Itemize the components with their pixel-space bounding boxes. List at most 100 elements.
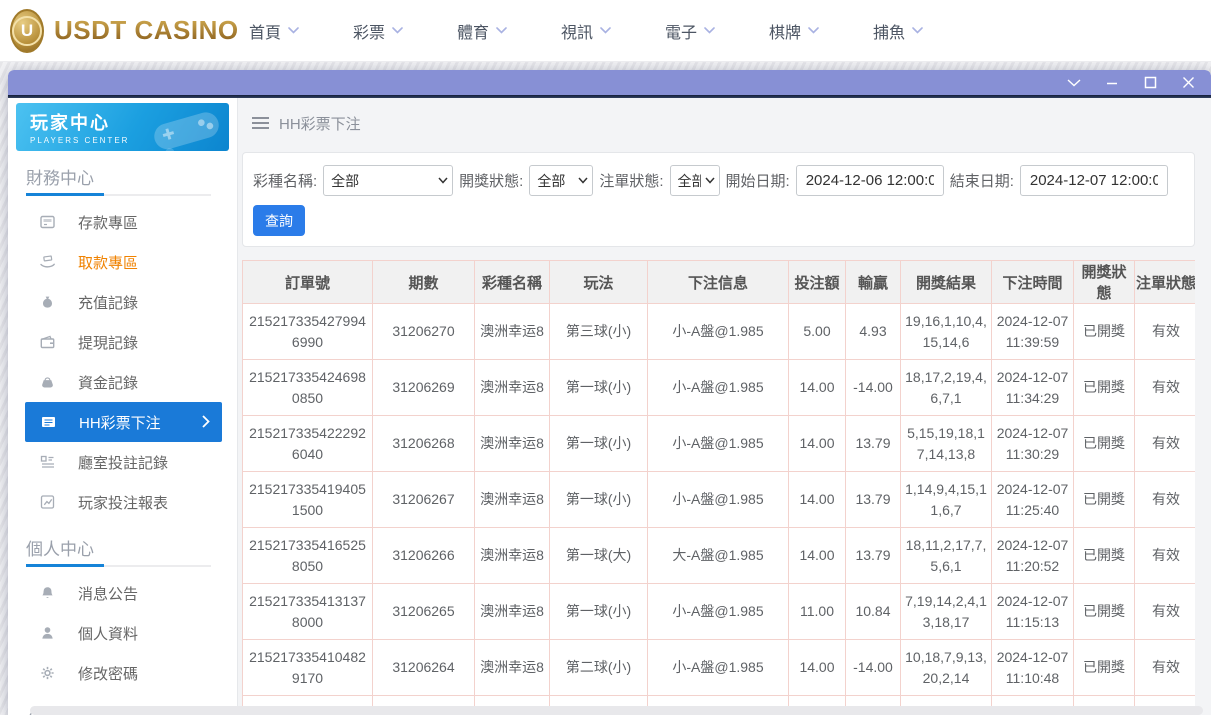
date-input[interactable] — [796, 165, 944, 196]
filter-select[interactable]: 全部 — [670, 165, 720, 196]
person-icon — [38, 625, 56, 641]
nav-item-label: 視訊 — [561, 19, 593, 43]
site-logo: U USDT CASINO — [0, 9, 222, 53]
table-cell: 第三球(小) — [550, 304, 648, 360]
window-minimize-button[interactable] — [1105, 76, 1119, 90]
nav-item-label: 電子 — [665, 19, 697, 43]
sidebar-item[interactable]: 廳室投註記錄 — [8, 442, 237, 482]
table-cell: 第一球(小) — [550, 360, 648, 416]
table-row: 215217335427994699031206270澳洲幸运8第三球(小)小-… — [243, 304, 1196, 360]
table-cell: 澳洲幸运8 — [475, 360, 550, 416]
window-maximize-button[interactable] — [1143, 76, 1157, 90]
table-cell: 有效 — [1135, 640, 1196, 696]
table-cell: 2024-12-07 11:20:52 — [992, 528, 1074, 584]
table-column-header: 注單狀態 — [1135, 261, 1196, 304]
section-underline — [26, 565, 211, 567]
filter-label: 彩種名稱: — [253, 170, 317, 191]
nav-item[interactable]: 視訊 — [534, 0, 638, 62]
table-column-header: 下注信息 — [648, 261, 789, 304]
nav-item[interactable]: 電子 — [638, 0, 742, 62]
chevron-down-icon — [808, 27, 819, 34]
nav-item[interactable]: 棋牌 — [742, 0, 846, 62]
sidebar-item-label: 提現記錄 — [78, 332, 138, 353]
bet-list-icon — [39, 414, 57, 430]
table-cell: 1,14,9,4,15,11,6,7 — [901, 472, 992, 528]
table-cell: 2024-12-07 11:10:48 — [992, 640, 1074, 696]
table-cell: 2024-12-07 11:30:29 — [992, 416, 1074, 472]
sidebar-item[interactable]: HH彩票下注 — [25, 402, 222, 442]
nav-item[interactable]: 彩票 — [326, 0, 430, 62]
sidebar-item[interactable]: 取款專區 — [8, 242, 237, 282]
sidebar-item[interactable]: 資金記錄 — [8, 362, 237, 402]
chevron-down-icon — [600, 27, 611, 34]
table-cell: 19,16,1,10,4,15,14,6 — [901, 304, 992, 360]
horizontal-scrollbar[interactable] — [30, 706, 1203, 715]
chevron-right-icon — [202, 415, 210, 428]
table-row: 215217335413137800031206265澳洲幸运8第一球(小)小-… — [243, 584, 1196, 640]
close-icon — [1182, 76, 1195, 89]
filter-select[interactable]: 全部 — [323, 165, 453, 196]
sidebar-item[interactable]: 個人資料 — [8, 613, 237, 653]
table-cell: 有效 — [1135, 304, 1196, 360]
filter-panel: 彩種名稱:全部開獎狀態:全部注單狀態:全部開始日期:結束日期: 查詢 — [242, 152, 1195, 247]
search-button[interactable]: 查詢 — [253, 205, 305, 236]
nav-item-label: 體育 — [457, 19, 489, 43]
table-cell: 澳洲幸运8 — [475, 472, 550, 528]
table-cell: 11.00 — [789, 584, 846, 640]
nav-item[interactable]: 體育 — [430, 0, 534, 62]
table-column-header: 輸贏 — [846, 261, 901, 304]
table-cell: 18,11,2,17,7,5,6,1 — [901, 528, 992, 584]
nav-item[interactable]: 捕魚 — [846, 0, 950, 62]
filter-select[interactable]: 全部 — [529, 165, 593, 196]
table-column-header: 彩種名稱 — [475, 261, 550, 304]
table-cell: 14.00 — [789, 528, 846, 584]
sidebar-item[interactable]: 消息公告 — [8, 573, 237, 613]
table-cell: 14.00 — [789, 360, 846, 416]
table-row: 215217335424698085031206269澳洲幸运8第一球(小)小-… — [243, 360, 1196, 416]
window-titlebar — [8, 70, 1211, 95]
sidebar-item[interactable]: 修改密碼 — [8, 653, 237, 693]
date-input[interactable] — [1020, 165, 1168, 196]
window-collapse-button[interactable] — [1067, 76, 1081, 90]
section-underline — [26, 194, 211, 196]
table-cell: 2024-12-07 11:25:40 — [992, 472, 1074, 528]
window-close-button[interactable] — [1181, 76, 1195, 90]
coin-purse-icon — [38, 374, 56, 390]
withdraw-hand-icon — [38, 254, 56, 270]
sidebar-item[interactable]: 玩家投注報表 — [8, 482, 237, 522]
table-cell: 13.79 — [846, 472, 901, 528]
table-cell: 2152173354279946990 — [243, 304, 373, 360]
sidebar-item[interactable]: 充值記錄 — [8, 282, 237, 322]
nav-item-label: 彩票 — [353, 19, 385, 43]
table-cell: 31206266 — [373, 528, 475, 584]
table-cell: 小-A盤@1.985 — [648, 584, 789, 640]
table-cell: 2024-12-07 11:15:13 — [992, 584, 1074, 640]
table-column-header: 開獎狀態 — [1074, 261, 1135, 304]
menu-toggle-icon[interactable] — [252, 117, 269, 129]
table-cell: 有效 — [1135, 472, 1196, 528]
nav-item[interactable]: 首頁 — [222, 0, 326, 62]
bets-table: 訂單號期數彩種名稱玩法下注信息投注額輸贏開獎結果下注時間開獎狀態注單狀態 215… — [242, 260, 1195, 715]
table-column-header: 訂單號 — [243, 261, 373, 304]
table-column-header: 投注額 — [789, 261, 846, 304]
bets-table-card: 訂單號期數彩種名稱玩法下注信息投注額輸贏開獎結果下注時間開獎狀態注單狀態 215… — [242, 260, 1195, 715]
chevron-down-icon — [1067, 79, 1081, 87]
table-cell: 已開獎 — [1074, 304, 1135, 360]
table-cell: 10.84 — [846, 584, 901, 640]
chevron-down-icon — [704, 27, 715, 34]
table-cell: 2152173354194051500 — [243, 472, 373, 528]
table-cell: 2024-12-07 11:39:59 — [992, 304, 1074, 360]
table-cell: 2152173354165258050 — [243, 528, 373, 584]
sidebar-item[interactable]: 提現記錄 — [8, 322, 237, 362]
gear-icon — [38, 665, 56, 681]
sidebar: 玩家中心 PLAYERS CENTER 財務中心存款專區取款專區充值記錄提現記錄… — [8, 98, 238, 715]
table-cell: 已開獎 — [1074, 584, 1135, 640]
table-cell: -14.00 — [846, 640, 901, 696]
table-cell: 有效 — [1135, 528, 1196, 584]
sidebar-item-label: 充值記錄 — [78, 292, 138, 313]
sidebar-item-label: 消息公告 — [78, 583, 138, 604]
sidebar-item[interactable]: 存款專區 — [8, 202, 237, 242]
table-cell: 2152173354222926040 — [243, 416, 373, 472]
table-cell: 14.00 — [789, 472, 846, 528]
table-cell: 31206269 — [373, 360, 475, 416]
